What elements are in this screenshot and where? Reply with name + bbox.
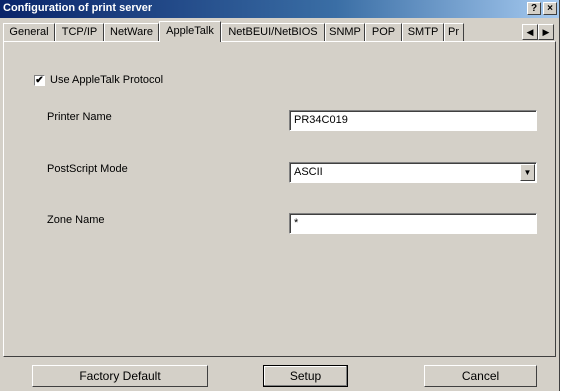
chevron-down-icon[interactable]: ▼ bbox=[520, 164, 535, 181]
tab-pr[interactable]: Pr bbox=[444, 23, 464, 41]
use-appletalk-checkbox[interactable]: ✔ bbox=[34, 74, 45, 86]
setup-button[interactable]: Setup bbox=[263, 365, 348, 387]
printer-name-label: Printer Name bbox=[47, 111, 112, 123]
tab-scroll-right-icon[interactable]: ▶ bbox=[538, 24, 554, 40]
tab-appletalk[interactable]: AppleTalk bbox=[159, 21, 221, 42]
tab-netware[interactable]: NetWare bbox=[104, 23, 159, 41]
tab-general[interactable]: General bbox=[3, 23, 55, 41]
window-title: Configuration of print server bbox=[3, 2, 153, 14]
cancel-button[interactable]: Cancel bbox=[424, 365, 537, 387]
use-appletalk-row[interactable]: ✔ Use AppleTalk Protocol bbox=[34, 74, 163, 86]
zone-name-input[interactable]: * bbox=[289, 213, 537, 234]
title-bar: Configuration of print server ? × bbox=[0, 0, 559, 18]
zone-name-label: Zone Name bbox=[47, 214, 105, 226]
appletalk-panel bbox=[3, 41, 556, 357]
use-appletalk-label: Use AppleTalk Protocol bbox=[50, 74, 164, 86]
postscript-mode-value: ASCII bbox=[294, 166, 323, 178]
tab-scroll-left-icon[interactable]: ◀ bbox=[522, 24, 538, 40]
tab-tcpip[interactable]: TCP/IP bbox=[55, 23, 104, 41]
tab-netbeui-netbios[interactable]: NetBEUI/NetBIOS bbox=[221, 23, 325, 41]
postscript-mode-select[interactable]: ASCII ▼ bbox=[289, 162, 537, 183]
close-button[interactable]: × bbox=[543, 2, 557, 15]
tab-snmp[interactable]: SNMP bbox=[325, 23, 365, 41]
printer-name-input[interactable]: PR34C019 bbox=[289, 110, 537, 131]
tab-strip: General TCP/IP NetWare AppleTalk NetBEUI… bbox=[3, 21, 557, 42]
help-button[interactable]: ? bbox=[527, 2, 541, 15]
tab-smtp[interactable]: SMTP bbox=[402, 23, 444, 41]
factory-default-button[interactable]: Factory Default bbox=[32, 365, 208, 387]
tab-pop[interactable]: POP bbox=[365, 23, 402, 41]
postscript-mode-label: PostScript Mode bbox=[47, 163, 128, 175]
print-server-config-window: Configuration of print server ? × Genera… bbox=[0, 0, 560, 391]
